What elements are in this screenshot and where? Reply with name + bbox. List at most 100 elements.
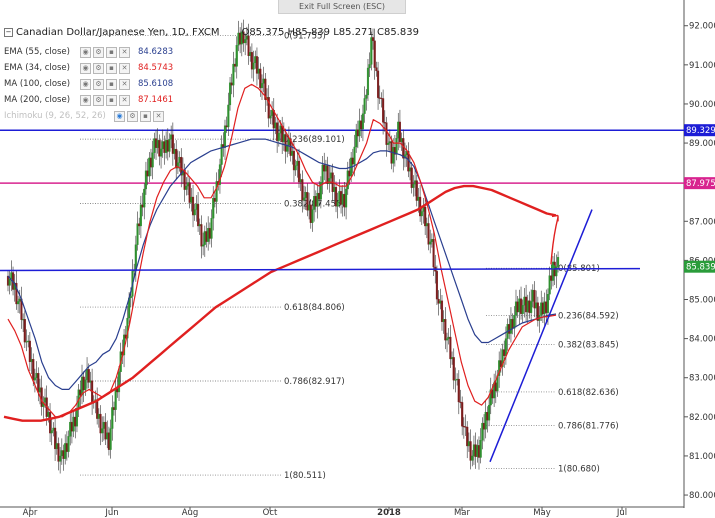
candle-body: [353, 146, 356, 165]
y-tick-label: 85.000: [689, 295, 715, 305]
candle-body: [202, 244, 205, 247]
more-icon[interactable]: ▪: [106, 78, 117, 90]
close-icon[interactable]: ✕: [153, 110, 164, 122]
collapse-icon[interactable]: −: [4, 27, 13, 37]
close-value: C85.839: [376, 27, 419, 38]
indicator-name: Ichimoku (9, 26, 52, 26): [4, 111, 106, 121]
candle-body: [62, 450, 65, 459]
candle-body: [114, 388, 117, 410]
candle-body: [74, 416, 77, 427]
candle-body: [252, 62, 255, 70]
candle-body: [456, 378, 459, 381]
settings-icon[interactable]: ⚙: [93, 94, 104, 106]
candle-body: [259, 68, 262, 89]
more-icon[interactable]: ▪: [106, 62, 117, 74]
close-icon[interactable]: ✕: [119, 62, 130, 74]
eye-icon[interactable]: ◉: [114, 110, 125, 122]
candle-body: [190, 196, 193, 203]
candle-body: [234, 63, 237, 67]
exit-fullscreen-button[interactable]: Exit Full Screen (ESC): [278, 0, 406, 14]
candle-body: [101, 428, 104, 434]
candle-body: [292, 150, 296, 171]
candle-body: [230, 82, 233, 86]
candle-body: [297, 160, 301, 183]
candle-body: [299, 179, 302, 183]
candle-body: [235, 45, 238, 67]
y-tick-label: 89.000: [689, 139, 715, 149]
candle-body: [96, 399, 99, 419]
candle-body: [412, 183, 415, 188]
candle-body: [215, 181, 218, 202]
candle-body: [134, 244, 137, 270]
close-icon[interactable]: ✕: [119, 94, 130, 106]
candle-body: [414, 180, 417, 185]
candle-body: [161, 141, 164, 150]
price-label-text: 85.839: [686, 263, 715, 273]
indicator-row[interactable]: EMA (34, close) ◉ ⚙ ▪ ✕ 84.5743: [4, 60, 173, 76]
candle-body: [328, 178, 331, 184]
candle-body: [355, 129, 358, 148]
candle-body: [383, 122, 386, 124]
eye-icon[interactable]: ◉: [80, 46, 91, 58]
candle-body: [156, 140, 159, 148]
candle-body: [368, 64, 371, 69]
candle-body: [333, 187, 336, 192]
candle-body: [400, 138, 403, 143]
candle-body: [205, 231, 208, 242]
price-label-text: 89.329: [686, 126, 715, 136]
candle-body: [533, 289, 536, 309]
candle-body: [232, 63, 235, 86]
candle-body: [33, 377, 36, 381]
candle-body: [462, 426, 465, 428]
candle-body: [343, 193, 346, 208]
settings-icon[interactable]: ⚙: [93, 46, 104, 58]
candle-body: [225, 125, 228, 128]
candle-body: [466, 426, 469, 447]
y-tick-label: 83.000: [689, 374, 715, 384]
candle-body: [89, 380, 92, 383]
candle-body: [158, 140, 161, 157]
eye-icon[interactable]: ◉: [80, 78, 91, 90]
candle-body: [65, 443, 68, 452]
candle-body: [195, 203, 198, 210]
candle-body: [40, 387, 43, 407]
candle-body: [329, 172, 333, 179]
candle-body: [457, 378, 460, 403]
candle-body: [262, 78, 265, 84]
indicator-row[interactable]: MA (100, close) ◉ ⚙ ▪ ✕ 85.6108: [4, 76, 173, 92]
more-icon[interactable]: ▪: [106, 46, 117, 58]
close-icon[interactable]: ✕: [119, 46, 130, 58]
settings-icon[interactable]: ⚙: [127, 110, 138, 122]
candle-body: [525, 296, 528, 313]
settings-icon[interactable]: ⚙: [93, 62, 104, 74]
settings-icon[interactable]: ⚙: [93, 78, 104, 90]
candle-body: [476, 445, 479, 457]
indicator-row[interactable]: MA (200, close) ◉ ⚙ ▪ ✕ 87.1461: [4, 92, 173, 108]
candle-body: [38, 387, 42, 393]
candle-body: [274, 122, 277, 129]
candle-body: [143, 188, 146, 208]
indicator-value: 84.6283: [138, 47, 174, 57]
close-icon[interactable]: ✕: [119, 78, 130, 90]
eye-icon[interactable]: ◉: [80, 62, 91, 74]
candle-body: [54, 427, 57, 450]
candle-body: [64, 443, 67, 459]
candle-body: [165, 140, 168, 153]
candle-body: [160, 148, 163, 157]
candle-body: [449, 336, 452, 360]
candle-body: [25, 341, 28, 343]
candle-body: [296, 160, 299, 166]
candle-body: [451, 357, 454, 360]
candle-body: [18, 298, 21, 302]
eye-icon[interactable]: ◉: [80, 94, 91, 106]
more-icon[interactable]: ▪: [140, 110, 151, 122]
candle-body: [193, 209, 196, 216]
more-icon[interactable]: ▪: [106, 94, 117, 106]
candle-body: [377, 70, 380, 98]
candle-body: [397, 121, 400, 139]
indicator-row[interactable]: EMA (55, close) ◉ ⚙ ▪ ✕ 84.6283: [4, 44, 173, 60]
symbol-title: Canadian Dollar/Japanese Yen, 1D, FXCM: [16, 27, 220, 38]
indicator-row[interactable]: Ichimoku (9, 26, 52, 26) ◉ ⚙ ▪ ✕: [4, 108, 173, 124]
candle-body: [178, 156, 181, 163]
fib-level-label: 0.618(84.806): [284, 303, 345, 313]
